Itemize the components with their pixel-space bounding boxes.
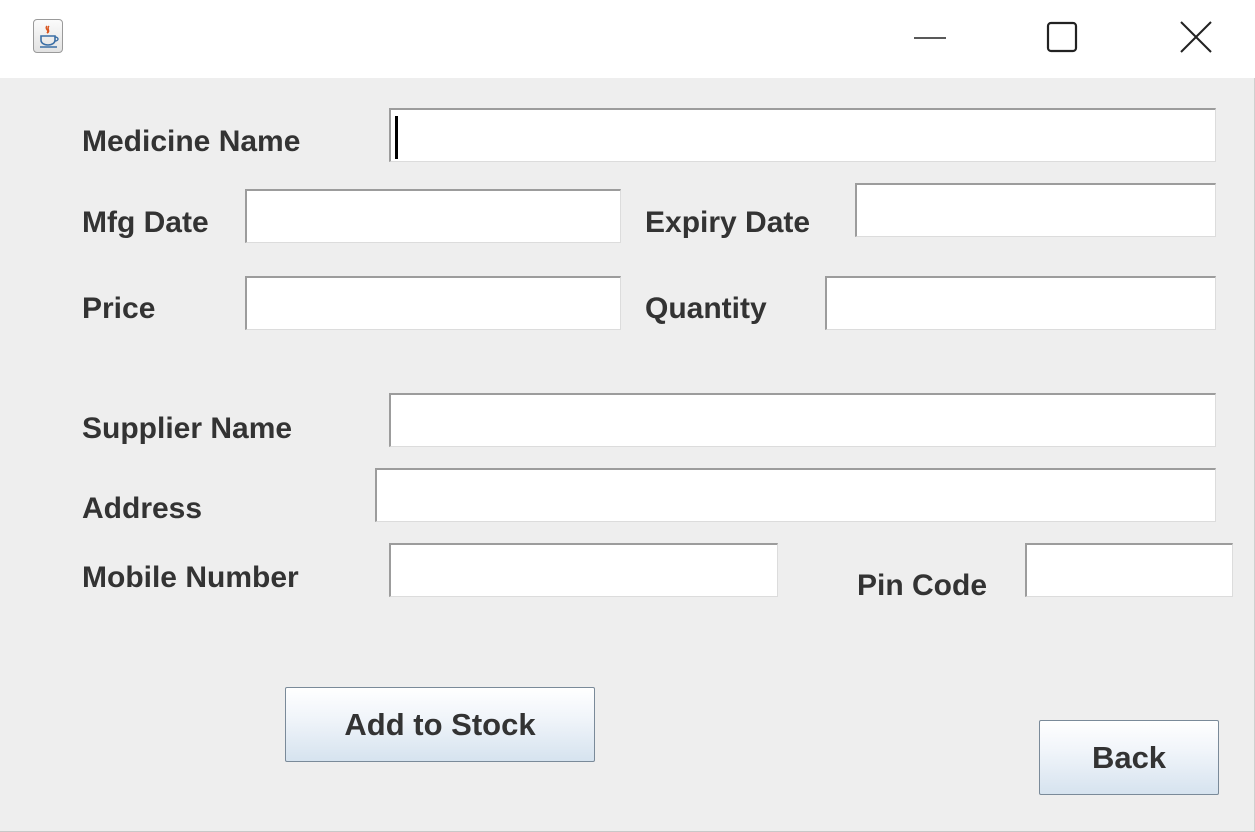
minimize-icon (914, 37, 946, 39)
medicine-name-label: Medicine Name (82, 125, 301, 158)
maximize-button[interactable] (1032, 12, 1092, 62)
mobile-number-field[interactable] (389, 543, 778, 597)
mfg-date-input[interactable] (247, 191, 620, 242)
address-field[interactable] (375, 468, 1216, 522)
close-icon (1180, 21, 1212, 53)
pin-code-label: Pin Code (857, 569, 988, 602)
mobile-number-label: Mobile Number (82, 561, 299, 594)
mobile-number-input[interactable] (391, 545, 777, 596)
mfg-date-label: Mfg Date (82, 206, 209, 239)
maximize-icon (1046, 21, 1078, 53)
expiry-date-label: Expiry Date (645, 206, 811, 239)
quantity-input[interactable] (827, 278, 1215, 329)
supplier-name-input[interactable] (391, 395, 1215, 446)
supplier-name-label: Supplier Name (82, 412, 293, 445)
medicine-name-input[interactable] (391, 110, 1215, 161)
pin-code-input[interactable] (1027, 545, 1232, 596)
pin-code-field[interactable] (1025, 543, 1233, 597)
expiry-date-input[interactable] (857, 185, 1215, 236)
java-cup-icon[interactable] (33, 19, 63, 53)
expiry-date-field[interactable] (855, 183, 1216, 237)
add-to-stock-button[interactable]: Add to Stock (285, 687, 595, 762)
text-caret (395, 116, 398, 159)
price-input[interactable] (247, 278, 620, 329)
price-field[interactable] (245, 276, 621, 330)
address-input[interactable] (377, 470, 1215, 521)
close-button[interactable] (1166, 12, 1226, 62)
supplier-name-field[interactable] (389, 393, 1216, 447)
back-button[interactable]: Back (1039, 720, 1219, 795)
quantity-label: Quantity (645, 292, 767, 325)
minimize-button[interactable] (900, 12, 960, 62)
title-bar[interactable] (0, 0, 1255, 78)
medicine-name-field[interactable] (389, 108, 1216, 162)
price-label: Price (82, 292, 156, 325)
app-window: Medicine Name Mfg Date Expiry Date Price… (0, 0, 1255, 832)
address-label: Address (82, 492, 203, 525)
mfg-date-field[interactable] (245, 189, 621, 243)
quantity-field[interactable] (825, 276, 1216, 330)
